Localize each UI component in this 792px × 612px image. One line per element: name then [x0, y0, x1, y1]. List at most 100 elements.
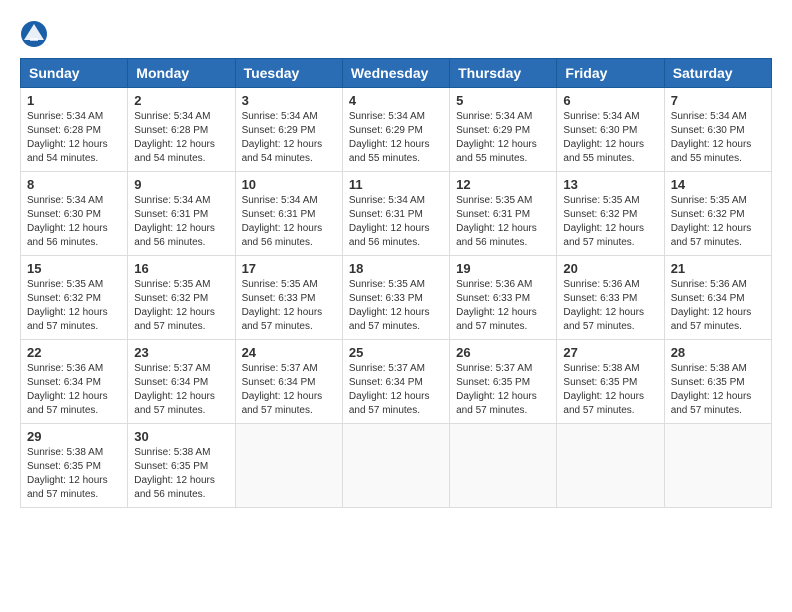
- day-number: 8: [27, 177, 121, 192]
- calendar-cell: [342, 424, 449, 508]
- day-header-tuesday: Tuesday: [235, 59, 342, 88]
- day-info: Sunrise: 5:34 AMSunset: 6:28 PMDaylight:…: [134, 111, 215, 164]
- day-info: Sunrise: 5:35 AMSunset: 6:33 PMDaylight:…: [242, 279, 323, 332]
- day-number: 20: [563, 261, 657, 276]
- calendar-week-5: 29 Sunrise: 5:38 AMSunset: 6:35 PMDaylig…: [21, 424, 772, 508]
- calendar-cell: 8 Sunrise: 5:34 AMSunset: 6:30 PMDayligh…: [21, 172, 128, 256]
- calendar-cell: 18 Sunrise: 5:35 AMSunset: 6:33 PMDaylig…: [342, 256, 449, 340]
- day-number: 23: [134, 345, 228, 360]
- calendar-cell: [557, 424, 664, 508]
- calendar-cell: 6 Sunrise: 5:34 AMSunset: 6:30 PMDayligh…: [557, 88, 664, 172]
- calendar-cell: 25 Sunrise: 5:37 AMSunset: 6:34 PMDaylig…: [342, 340, 449, 424]
- day-info: Sunrise: 5:35 AMSunset: 6:32 PMDaylight:…: [563, 195, 644, 248]
- calendar-cell: 24 Sunrise: 5:37 AMSunset: 6:34 PMDaylig…: [235, 340, 342, 424]
- day-info: Sunrise: 5:37 AMSunset: 6:34 PMDaylight:…: [349, 363, 430, 416]
- day-info: Sunrise: 5:34 AMSunset: 6:29 PMDaylight:…: [456, 111, 537, 164]
- day-info: Sunrise: 5:35 AMSunset: 6:31 PMDaylight:…: [456, 195, 537, 248]
- day-header-monday: Monday: [128, 59, 235, 88]
- day-number: 28: [671, 345, 765, 360]
- day-info: Sunrise: 5:34 AMSunset: 6:30 PMDaylight:…: [563, 111, 644, 164]
- day-info: Sunrise: 5:36 AMSunset: 6:33 PMDaylight:…: [456, 279, 537, 332]
- day-number: 30: [134, 429, 228, 444]
- day-info: Sunrise: 5:38 AMSunset: 6:35 PMDaylight:…: [563, 363, 644, 416]
- calendar-cell: 15 Sunrise: 5:35 AMSunset: 6:32 PMDaylig…: [21, 256, 128, 340]
- calendar-cell: 13 Sunrise: 5:35 AMSunset: 6:32 PMDaylig…: [557, 172, 664, 256]
- calendar-cell: 26 Sunrise: 5:37 AMSunset: 6:35 PMDaylig…: [450, 340, 557, 424]
- day-number: 4: [349, 93, 443, 108]
- calendar-cell: [664, 424, 771, 508]
- day-number: 3: [242, 93, 336, 108]
- day-info: Sunrise: 5:35 AMSunset: 6:33 PMDaylight:…: [349, 279, 430, 332]
- day-number: 24: [242, 345, 336, 360]
- calendar-cell: 23 Sunrise: 5:37 AMSunset: 6:34 PMDaylig…: [128, 340, 235, 424]
- calendar-cell: 17 Sunrise: 5:35 AMSunset: 6:33 PMDaylig…: [235, 256, 342, 340]
- calendar-week-4: 22 Sunrise: 5:36 AMSunset: 6:34 PMDaylig…: [21, 340, 772, 424]
- day-info: Sunrise: 5:38 AMSunset: 6:35 PMDaylight:…: [27, 447, 108, 500]
- day-info: Sunrise: 5:36 AMSunset: 6:34 PMDaylight:…: [27, 363, 108, 416]
- day-info: Sunrise: 5:35 AMSunset: 6:32 PMDaylight:…: [134, 279, 215, 332]
- day-number: 11: [349, 177, 443, 192]
- calendar-cell: 21 Sunrise: 5:36 AMSunset: 6:34 PMDaylig…: [664, 256, 771, 340]
- day-header-friday: Friday: [557, 59, 664, 88]
- day-info: Sunrise: 5:37 AMSunset: 6:35 PMDaylight:…: [456, 363, 537, 416]
- day-number: 12: [456, 177, 550, 192]
- calendar-cell: [450, 424, 557, 508]
- page-header: [20, 20, 772, 48]
- calendar-cell: 30 Sunrise: 5:38 AMSunset: 6:35 PMDaylig…: [128, 424, 235, 508]
- day-number: 1: [27, 93, 121, 108]
- day-number: 17: [242, 261, 336, 276]
- day-number: 10: [242, 177, 336, 192]
- day-header-sunday: Sunday: [21, 59, 128, 88]
- day-number: 2: [134, 93, 228, 108]
- calendar-cell: 16 Sunrise: 5:35 AMSunset: 6:32 PMDaylig…: [128, 256, 235, 340]
- day-info: Sunrise: 5:34 AMSunset: 6:31 PMDaylight:…: [349, 195, 430, 248]
- day-info: Sunrise: 5:34 AMSunset: 6:30 PMDaylight:…: [27, 195, 108, 248]
- calendar-cell: 3 Sunrise: 5:34 AMSunset: 6:29 PMDayligh…: [235, 88, 342, 172]
- day-header-saturday: Saturday: [664, 59, 771, 88]
- day-info: Sunrise: 5:38 AMSunset: 6:35 PMDaylight:…: [134, 447, 215, 500]
- logo-icon: [20, 20, 48, 48]
- calendar-cell: 22 Sunrise: 5:36 AMSunset: 6:34 PMDaylig…: [21, 340, 128, 424]
- day-number: 9: [134, 177, 228, 192]
- day-number: 26: [456, 345, 550, 360]
- day-number: 22: [27, 345, 121, 360]
- calendar-cell: 19 Sunrise: 5:36 AMSunset: 6:33 PMDaylig…: [450, 256, 557, 340]
- day-info: Sunrise: 5:36 AMSunset: 6:34 PMDaylight:…: [671, 279, 752, 332]
- calendar-cell: 12 Sunrise: 5:35 AMSunset: 6:31 PMDaylig…: [450, 172, 557, 256]
- day-number: 13: [563, 177, 657, 192]
- calendar-cell: 4 Sunrise: 5:34 AMSunset: 6:29 PMDayligh…: [342, 88, 449, 172]
- day-info: Sunrise: 5:34 AMSunset: 6:30 PMDaylight:…: [671, 111, 752, 164]
- calendar-cell: 2 Sunrise: 5:34 AMSunset: 6:28 PMDayligh…: [128, 88, 235, 172]
- calendar-cell: 29 Sunrise: 5:38 AMSunset: 6:35 PMDaylig…: [21, 424, 128, 508]
- calendar-cell: 10 Sunrise: 5:34 AMSunset: 6:31 PMDaylig…: [235, 172, 342, 256]
- day-header-wednesday: Wednesday: [342, 59, 449, 88]
- calendar-week-2: 8 Sunrise: 5:34 AMSunset: 6:30 PMDayligh…: [21, 172, 772, 256]
- calendar-week-3: 15 Sunrise: 5:35 AMSunset: 6:32 PMDaylig…: [21, 256, 772, 340]
- logo: [20, 20, 52, 48]
- calendar-cell: 7 Sunrise: 5:34 AMSunset: 6:30 PMDayligh…: [664, 88, 771, 172]
- calendar-cell: 11 Sunrise: 5:34 AMSunset: 6:31 PMDaylig…: [342, 172, 449, 256]
- calendar-cell: 14 Sunrise: 5:35 AMSunset: 6:32 PMDaylig…: [664, 172, 771, 256]
- day-info: Sunrise: 5:37 AMSunset: 6:34 PMDaylight:…: [242, 363, 323, 416]
- calendar-cell: 27 Sunrise: 5:38 AMSunset: 6:35 PMDaylig…: [557, 340, 664, 424]
- day-number: 29: [27, 429, 121, 444]
- calendar-cell: 9 Sunrise: 5:34 AMSunset: 6:31 PMDayligh…: [128, 172, 235, 256]
- day-number: 18: [349, 261, 443, 276]
- day-header-thursday: Thursday: [450, 59, 557, 88]
- day-number: 5: [456, 93, 550, 108]
- day-number: 27: [563, 345, 657, 360]
- calendar-cell: 20 Sunrise: 5:36 AMSunset: 6:33 PMDaylig…: [557, 256, 664, 340]
- day-info: Sunrise: 5:37 AMSunset: 6:34 PMDaylight:…: [134, 363, 215, 416]
- day-number: 16: [134, 261, 228, 276]
- calendar-cell: 1 Sunrise: 5:34 AMSunset: 6:28 PMDayligh…: [21, 88, 128, 172]
- calendar-cell: 5 Sunrise: 5:34 AMSunset: 6:29 PMDayligh…: [450, 88, 557, 172]
- day-info: Sunrise: 5:38 AMSunset: 6:35 PMDaylight:…: [671, 363, 752, 416]
- day-number: 14: [671, 177, 765, 192]
- day-number: 6: [563, 93, 657, 108]
- day-info: Sunrise: 5:34 AMSunset: 6:31 PMDaylight:…: [242, 195, 323, 248]
- calendar-cell: [235, 424, 342, 508]
- calendar-table: SundayMondayTuesdayWednesdayThursdayFrid…: [20, 58, 772, 508]
- calendar-cell: 28 Sunrise: 5:38 AMSunset: 6:35 PMDaylig…: [664, 340, 771, 424]
- day-number: 21: [671, 261, 765, 276]
- day-info: Sunrise: 5:35 AMSunset: 6:32 PMDaylight:…: [27, 279, 108, 332]
